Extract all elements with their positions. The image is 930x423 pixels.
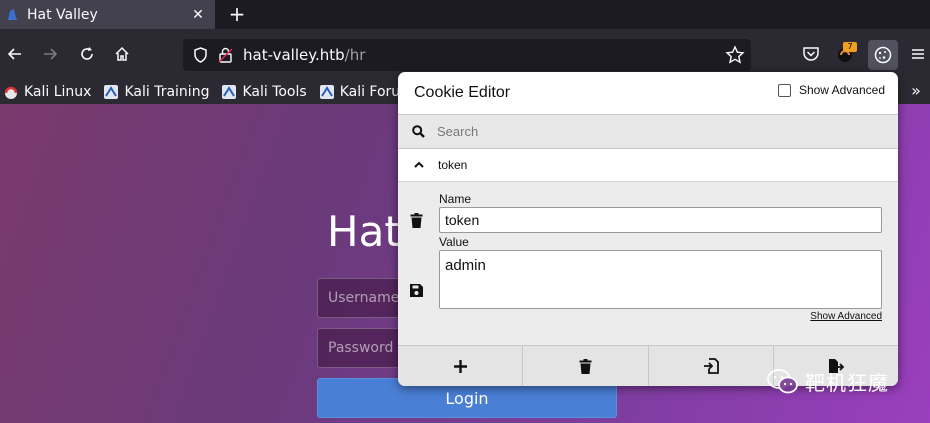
pocket-button[interactable] bbox=[799, 42, 823, 66]
hamburger-menu-icon bbox=[912, 49, 924, 59]
home-button[interactable] bbox=[110, 42, 134, 66]
back-arrow-icon bbox=[7, 48, 21, 60]
kali-dragon-icon bbox=[319, 84, 334, 99]
show-advanced-toggle[interactable]: Show Advanced bbox=[777, 83, 885, 97]
show-advanced-link[interactable]: Show Advanced bbox=[810, 311, 882, 322]
kali-linux-icon bbox=[4, 86, 18, 99]
kali-dragon-icon bbox=[104, 84, 119, 99]
app-menu-button[interactable] bbox=[906, 42, 930, 66]
show-advanced-label: Show Advanced bbox=[798, 83, 885, 97]
name-label: Name bbox=[439, 192, 472, 206]
kali-dragon-icon bbox=[222, 84, 237, 99]
cookie-editor-popup: Cookie Editor Show Advanced token Name t… bbox=[398, 72, 898, 386]
url-text[interactable]: hat-valley.htb/hr bbox=[243, 46, 365, 64]
popup-title: Cookie Editor bbox=[414, 84, 511, 101]
home-icon bbox=[115, 46, 129, 61]
cookie-editor-extension-button[interactable] bbox=[868, 40, 898, 70]
delete-all-button[interactable] bbox=[523, 346, 649, 386]
watermark: 靶机狂魔 bbox=[767, 367, 889, 396]
extension-badge: 7 bbox=[843, 42, 857, 52]
value-textarea[interactable]: admin bbox=[439, 250, 882, 309]
plus-icon bbox=[453, 359, 467, 373]
cookie-details: Name token Value admin Show Advanced bbox=[398, 182, 898, 345]
hat-favicon-icon bbox=[8, 8, 17, 20]
reload-icon bbox=[81, 47, 93, 60]
tab-close-icon[interactable]: ✕ bbox=[187, 7, 209, 23]
bookmark-kali-tools[interactable]: Kali Tools bbox=[221, 84, 307, 100]
trash-icon bbox=[579, 358, 592, 374]
bookmark-kali-linux[interactable]: Kali Linux bbox=[3, 84, 91, 100]
bookmark-kali-training[interactable]: Kali Training bbox=[103, 84, 209, 100]
value-label: Value bbox=[439, 235, 469, 249]
new-tab-button[interactable]: + bbox=[226, 2, 248, 26]
wechat-logo-icon bbox=[767, 368, 798, 393]
tab-strip: Hat Valley ✕ + bbox=[0, 0, 930, 29]
cookie-search-bar bbox=[398, 114, 898, 149]
reload-button[interactable] bbox=[75, 42, 99, 66]
chevron-up-icon[interactable] bbox=[414, 161, 424, 169]
show-advanced-checkbox[interactable] bbox=[777, 83, 791, 97]
url-bar[interactable]: hat-valley.htb/hr bbox=[183, 39, 751, 71]
cookie-row-token[interactable]: token bbox=[398, 149, 898, 182]
import-button[interactable] bbox=[649, 346, 774, 386]
cookie-icon bbox=[874, 46, 892, 64]
bookmarks-overflow-button[interactable]: » bbox=[902, 79, 930, 104]
file-import-icon bbox=[703, 358, 719, 374]
search-icon bbox=[412, 125, 425, 138]
watermark-text: 靶机狂魔 bbox=[805, 371, 889, 395]
tab-hat-valley[interactable]: Hat Valley ✕ bbox=[0, 0, 215, 29]
insecure-lock-icon[interactable] bbox=[218, 47, 233, 63]
page-title: Hat bbox=[327, 207, 401, 256]
tab-title: Hat Valley bbox=[27, 6, 98, 23]
popup-header: Cookie Editor Show Advanced bbox=[398, 72, 898, 114]
forward-arrow-icon bbox=[44, 48, 58, 60]
trash-icon[interactable] bbox=[410, 213, 423, 228]
save-floppy-icon[interactable] bbox=[410, 284, 423, 297]
forward-button[interactable] bbox=[38, 42, 62, 66]
name-input[interactable]: token bbox=[439, 207, 882, 233]
back-button[interactable] bbox=[3, 42, 27, 66]
add-cookie-button[interactable] bbox=[398, 346, 524, 386]
search-input[interactable] bbox=[437, 124, 837, 139]
pocket-icon bbox=[803, 47, 819, 61]
shield-icon[interactable] bbox=[193, 47, 208, 63]
cookie-name-label: token bbox=[438, 158, 468, 172]
bookmark-star-icon[interactable] bbox=[725, 45, 745, 65]
